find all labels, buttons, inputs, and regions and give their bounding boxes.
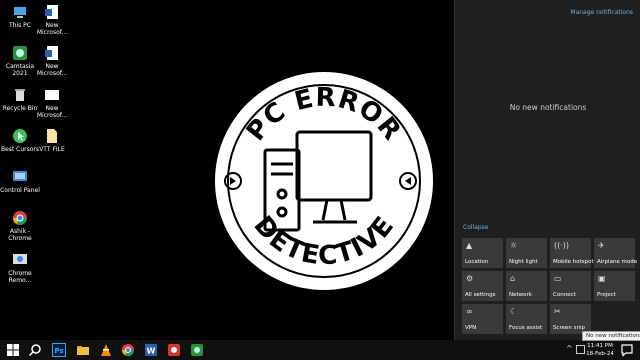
- desktop-icon-label: New Microsof...: [36, 22, 68, 36]
- quick-action-label: Night light: [509, 259, 538, 265]
- notification-tooltip: No new notifications: [582, 331, 640, 341]
- camtasia-recorder-icon[interactable]: [167, 343, 181, 357]
- svg-text:Ps: Ps: [55, 347, 64, 355]
- pc-error-detective-logo: PC ERROR DETECTIVE: [215, 72, 433, 290]
- quick-action-label: Airplane mode: [597, 259, 638, 265]
- search-icon[interactable]: [28, 343, 42, 357]
- desktop-icon-new-microsoft-3[interactable]: New Microsof...: [32, 87, 72, 119]
- collapse-link[interactable]: Collapse: [463, 224, 489, 231]
- quick-action-label: VPN: [465, 325, 477, 331]
- camtasia-taskbar-icon[interactable]: [190, 343, 204, 357]
- action-center-panel: Manage notifications No new notification…: [454, 0, 640, 340]
- desktop-icon-label: Ashik - Chrome: [8, 228, 32, 242]
- no-notifications-text: No new notifications: [509, 103, 587, 112]
- desktop-icon-label: Chrome Remo...: [8, 270, 32, 284]
- clock-date: 18-Feb-24: [586, 351, 614, 357]
- screen-snip-icon: ✂: [554, 307, 561, 316]
- notification-center-icon[interactable]: [620, 343, 634, 357]
- airplane-icon: ✈: [598, 241, 605, 250]
- chrome-taskbar-icon[interactable]: [121, 343, 135, 357]
- manage-notifications-link[interactable]: Manage notifications: [570, 9, 633, 16]
- photoshop-icon[interactable]: Ps: [52, 343, 66, 357]
- quick-action-label: Project: [597, 292, 616, 298]
- desktop-icon-vtt-file[interactable]: VTT FILE: [32, 128, 72, 153]
- word-doc-icon: [45, 46, 58, 60]
- quick-action-airplane-mode[interactable]: ✈ Airplane mode: [594, 238, 638, 268]
- quick-action-label: Network: [509, 292, 532, 298]
- quick-action-label: All settings: [465, 292, 496, 298]
- network-icon: ⌂: [510, 274, 516, 283]
- quick-action-mobile-hotspot[interactable]: ((·)) Mobile hotspot: [550, 238, 594, 268]
- this-pc-icon: [14, 7, 26, 18]
- chrome-icon: [13, 211, 27, 225]
- windows-start-icon[interactable]: [6, 343, 20, 357]
- taskbar: Ps W ^ 11:41 PM 18-Feb-24: [0, 340, 640, 360]
- clock-time: 11:41 PM: [587, 343, 613, 349]
- quick-action-label: Connect: [553, 292, 576, 298]
- svg-text:W: W: [147, 347, 156, 356]
- desktop-icon-label: New Microsof...: [36, 105, 68, 119]
- word-doc-icon: [45, 5, 58, 19]
- quick-action-project[interactable]: ▣ Project: [594, 271, 635, 301]
- show-hidden-icons-icon[interactable]: ^: [566, 344, 573, 353]
- wallpaper-logo: PC ERROR DETECTIVE: [213, 70, 435, 292]
- desktop-icon-label: VTT FILE: [39, 146, 65, 153]
- night-light-icon: ☼: [510, 241, 518, 250]
- network-tray-icon[interactable]: [576, 345, 585, 354]
- desktop-icon-label: New Microsof...: [36, 63, 68, 77]
- desktop-icon-label: Control Panel: [0, 187, 40, 194]
- quick-action-label: Focus assist: [509, 325, 543, 331]
- file-explorer-icon[interactable]: [76, 343, 90, 357]
- location-icon: ▲: [466, 241, 473, 250]
- quick-action-network[interactable]: ⌂ Network: [506, 271, 547, 301]
- quick-action-night-light[interactable]: ☼ Night light: [506, 238, 547, 268]
- taskbar-clock[interactable]: 11:41 PM 18-Feb-24: [585, 342, 615, 358]
- quick-action-label: Location: [465, 259, 489, 265]
- quick-actions-grid: ▲ Location ☼ Night light ((·)) Mobile hotsp…: [462, 238, 638, 334]
- quick-action-connect[interactable]: ▭ Connect: [550, 271, 591, 301]
- quick-action-vpn[interactable]: ∞ VPN: [462, 304, 503, 334]
- blank-doc-icon: [45, 90, 59, 100]
- hotspot-icon: ((·)): [554, 241, 570, 250]
- connect-icon: ▭: [554, 274, 562, 283]
- quick-action-label: Mobile hotspot: [553, 259, 594, 265]
- settings-icon: ⚙: [466, 274, 474, 283]
- focus-assist-icon: ☾: [510, 307, 518, 316]
- chrome-remote-icon: [13, 254, 27, 264]
- desktop-icon-chrome-remote[interactable]: Chrome Remo...: [0, 252, 40, 284]
- word-taskbar-icon[interactable]: W: [144, 343, 158, 357]
- desktop-icon-control-panel[interactable]: Control Panel: [0, 169, 40, 194]
- desktop-icon-ashik-chrome[interactable]: Ashik - Chrome: [0, 210, 40, 242]
- recycle-bin-icon: [15, 89, 25, 101]
- camtasia-icon: [13, 46, 27, 60]
- control-panel-icon: [13, 171, 27, 181]
- desktop-icon-new-microsoft-1[interactable]: New Microsof...: [32, 4, 72, 36]
- vpn-icon: ∞: [466, 307, 473, 316]
- desktop-icon-new-microsoft-2[interactable]: New Microsof...: [32, 45, 72, 77]
- quick-action-focus-assist[interactable]: ☾ Focus assist: [506, 304, 547, 334]
- cursor-app-icon: [13, 129, 27, 143]
- vlc-icon[interactable]: [99, 343, 113, 357]
- quick-action-location[interactable]: ▲ Location: [462, 238, 503, 268]
- project-icon: ▣: [598, 274, 606, 283]
- quick-action-label: Screen snip: [553, 325, 586, 331]
- file-icon: [47, 129, 57, 143]
- quick-action-all-settings[interactable]: ⚙ All settings: [462, 271, 503, 301]
- quick-action-screen-snip[interactable]: ✂ Screen snip: [550, 304, 591, 334]
